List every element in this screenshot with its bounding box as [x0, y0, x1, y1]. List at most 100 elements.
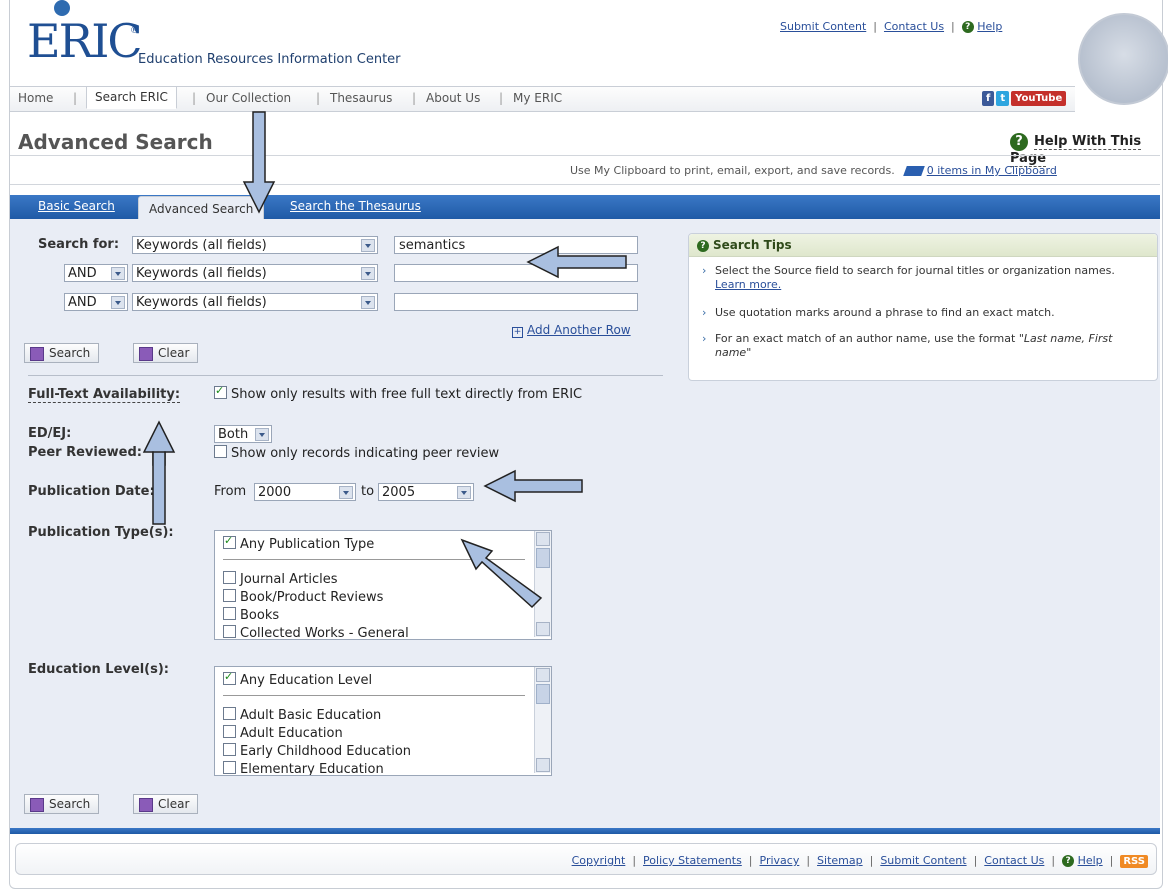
- clipboard-info: Use My Clipboard to print, email, export…: [570, 164, 1057, 177]
- search-tips-header: ? Search Tips: [689, 234, 1157, 257]
- checkbox[interactable]: [223, 607, 236, 620]
- search-input-3[interactable]: [394, 293, 638, 311]
- scroll-up-icon[interactable]: [536, 668, 550, 682]
- scrollbar[interactable]: [534, 531, 551, 637]
- copyright-link[interactable]: Copyright: [572, 854, 626, 867]
- contact-us-link[interactable]: Contact Us: [884, 20, 944, 33]
- clipboard-link[interactable]: 0 items in My Clipboard: [927, 164, 1057, 177]
- operator-select-3[interactable]: AND: [64, 293, 128, 311]
- help-with-page-link[interactable]: ? Help With This Page: [1010, 133, 1168, 167]
- peer-reviewed-option[interactable]: Show only records indicating peer review: [214, 445, 499, 461]
- scroll-down-icon[interactable]: [536, 622, 550, 636]
- fulltext-option[interactable]: Show only results with free full text di…: [214, 384, 582, 402]
- logo-subtitle: Education Resources Information Center: [138, 52, 401, 67]
- checkbox[interactable]: [223, 670, 236, 685]
- list-item[interactable]: Journal Articles: [223, 571, 338, 587]
- checkbox[interactable]: [223, 707, 236, 720]
- list-item[interactable]: Any Education Level: [223, 670, 372, 688]
- to-year-select[interactable]: 2005: [378, 483, 474, 501]
- chevron-down-icon: [339, 486, 353, 499]
- rss-icon[interactable]: RSS: [1120, 854, 1148, 868]
- clipboard-icon: [902, 166, 925, 176]
- tab-search-thesaurus[interactable]: Search the Thesaurus: [290, 199, 421, 213]
- list-item[interactable]: Elementary Education: [223, 761, 384, 775]
- nav-separator: |: [73, 91, 78, 105]
- help-link[interactable]: Help: [977, 20, 1002, 33]
- privacy-link[interactable]: Privacy: [760, 854, 800, 867]
- search-button[interactable]: Search: [24, 343, 100, 363]
- field-select-3[interactable]: Keywords (all fields): [132, 293, 378, 311]
- search-input-2[interactable]: [394, 264, 638, 282]
- nav-thesaurus[interactable]: Thesaurus: [330, 91, 392, 105]
- operator-select-2[interactable]: AND: [64, 264, 128, 282]
- chevron-down-icon: [361, 296, 375, 309]
- add-another-row-link[interactable]: Add Another Row: [527, 323, 631, 337]
- page-title: Advanced Search: [18, 130, 213, 154]
- facebook-icon[interactable]: f: [982, 91, 995, 106]
- nav-our-collection[interactable]: Our Collection: [206, 91, 291, 105]
- fulltext-label[interactable]: Full-Text Availability:: [28, 387, 181, 403]
- list-item[interactable]: Adult Basic Education: [223, 707, 381, 723]
- sitemap-link[interactable]: Sitemap: [817, 854, 863, 867]
- scroll-thumb[interactable]: [536, 548, 550, 568]
- publication-type-list[interactable]: Any Publication Type Journal Articles Bo…: [214, 530, 552, 640]
- twitter-icon[interactable]: t: [996, 91, 1010, 106]
- scroll-up-icon[interactable]: [536, 532, 550, 546]
- clear-button[interactable]: Clear: [133, 343, 199, 363]
- checkbox[interactable]: [223, 589, 236, 602]
- magnifier-icon: [30, 347, 44, 361]
- search-tabs: Basic Search Advanced Search Search the …: [10, 195, 1160, 220]
- list-item[interactable]: Book/Product Reviews: [223, 589, 383, 605]
- list-item[interactable]: Early Childhood Education: [223, 743, 411, 759]
- tab-advanced-search[interactable]: Advanced Search: [138, 196, 265, 220]
- chevron-down-icon: [111, 296, 125, 309]
- help-link[interactable]: Help: [1078, 854, 1103, 867]
- search-button-bottom[interactable]: Search: [24, 794, 100, 814]
- add-row-control[interactable]: + Add Another Row: [512, 323, 631, 338]
- social-links: f t YouTube: [982, 91, 1068, 106]
- department-seal: [1078, 13, 1168, 105]
- fulltext-checkbox[interactable]: [214, 384, 227, 399]
- tab-basic-search[interactable]: Basic Search: [38, 199, 115, 213]
- checkbox[interactable]: [223, 534, 236, 549]
- learn-more-link[interactable]: Learn more.: [715, 278, 781, 291]
- checkbox[interactable]: [223, 761, 236, 774]
- list-item[interactable]: Collected Works - General: [223, 625, 409, 639]
- list-separator: [223, 695, 525, 696]
- field-select-2[interactable]: Keywords (all fields): [132, 264, 378, 282]
- submit-content-link[interactable]: Submit Content: [880, 854, 966, 867]
- scroll-thumb[interactable]: [536, 684, 550, 704]
- checkbox[interactable]: [223, 725, 236, 738]
- search-input-1[interactable]: semantics: [394, 236, 638, 254]
- submit-content-link[interactable]: Submit Content: [780, 20, 866, 33]
- list-item[interactable]: Any Publication Type: [223, 534, 374, 552]
- checkbox[interactable]: [223, 625, 236, 638]
- field-select-1[interactable]: Keywords (all fields): [132, 236, 378, 254]
- bullet-icon: ›: [702, 332, 707, 345]
- policy-link[interactable]: Policy Statements: [643, 854, 742, 867]
- peer-reviewed-checkbox[interactable]: [214, 445, 227, 458]
- nav-separator: |: [499, 91, 504, 105]
- help-icon: ?: [961, 21, 974, 33]
- checkbox[interactable]: [223, 571, 236, 584]
- nav-home[interactable]: Home: [18, 91, 53, 105]
- eric-logo[interactable]: ERIC: [27, 14, 143, 68]
- scrollbar[interactable]: [534, 667, 551, 773]
- scroll-down-icon[interactable]: [536, 758, 550, 772]
- chevron-down-icon: [255, 428, 269, 441]
- help-icon: ?: [697, 239, 709, 252]
- chevron-down-icon: [361, 267, 375, 280]
- from-year-select[interactable]: 2000: [254, 483, 356, 501]
- checkbox[interactable]: [223, 743, 236, 756]
- list-item[interactable]: Books: [223, 607, 279, 623]
- youtube-icon[interactable]: YouTube: [1011, 91, 1067, 106]
- clear-button-bottom[interactable]: Clear: [133, 794, 199, 814]
- edej-select[interactable]: Both: [214, 425, 272, 443]
- nav-my-eric[interactable]: My ERIC: [513, 91, 562, 105]
- contact-us-link[interactable]: Contact Us: [984, 854, 1044, 867]
- education-level-list[interactable]: Any Education Level Adult Basic Educatio…: [214, 666, 552, 776]
- magnifier-icon: [30, 798, 44, 812]
- list-item[interactable]: Adult Education: [223, 725, 343, 741]
- nav-search-eric[interactable]: Search ERIC: [86, 86, 177, 109]
- nav-about-us[interactable]: About Us: [426, 91, 480, 105]
